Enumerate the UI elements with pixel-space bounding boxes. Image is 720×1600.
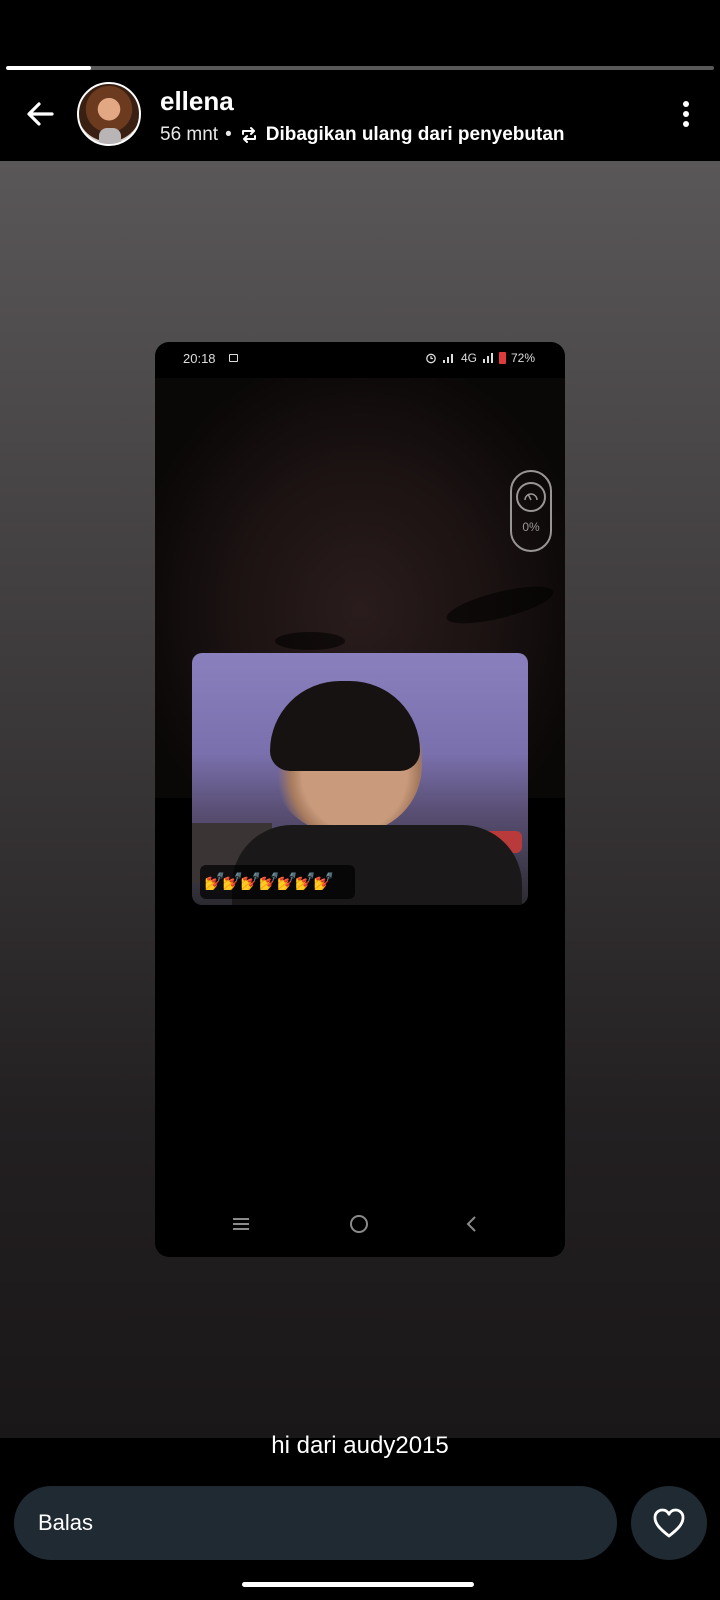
story-time: 56 mnt [160, 124, 219, 145]
record-icon [229, 354, 238, 362]
screenshot-status-icons: 4G 72% [425, 351, 535, 365]
signal-icon [482, 353, 493, 363]
repost-icon [241, 127, 256, 143]
widget-percent: 0% [522, 520, 540, 534]
battery-icon [498, 352, 506, 364]
home-icon [350, 1215, 368, 1233]
battery-percent: 72% [510, 351, 535, 365]
home-indicator[interactable] [242, 1582, 474, 1587]
more-options-button[interactable] [666, 94, 706, 134]
signal-icon [442, 354, 453, 363]
story-meta: 56 mnt • Dibagikan ulang dari penyebutan [160, 124, 565, 146]
meta-separator: • [225, 124, 232, 145]
story-progress-fill [6, 66, 91, 70]
video-call-preview: 💅💅💅💅💅💅💅 [192, 653, 528, 905]
arrow-left-icon [27, 102, 54, 126]
reaction-emojis: 💅💅💅💅💅💅💅 [200, 865, 355, 899]
more-vertical-icon [683, 101, 689, 127]
screenshot-time: 20:18 [183, 351, 216, 366]
story-progress-bar [6, 66, 714, 70]
floating-widget: 0% [510, 470, 552, 552]
story-username[interactable]: ellena [160, 86, 234, 117]
gauge-icon [516, 482, 546, 512]
person-hair [270, 681, 420, 771]
screenshot-nav-bar [155, 1202, 565, 1252]
reshare-label[interactable]: Dibagikan ulang dari penyebutan [266, 124, 565, 146]
recents-icon [233, 1218, 249, 1230]
chevron-left-icon [466, 1216, 476, 1232]
story-header: ellena 56 mnt • Dibagikan ulang dari pen… [0, 80, 720, 160]
back-button[interactable] [18, 92, 62, 136]
network-type: 4G [460, 351, 477, 365]
reply-input[interactable]: Balas [14, 1486, 617, 1560]
like-button[interactable] [631, 1486, 707, 1560]
shadow-decoration [275, 632, 345, 650]
heart-outline-icon [653, 1508, 685, 1538]
shared-screenshot: 20:18 4G 72% 0% 💅💅💅💅💅💅💅 [155, 342, 565, 1257]
story-caption: hi dari audy2015 [271, 1432, 449, 1459]
avatar[interactable] [77, 82, 141, 146]
screenshot-status-bar: 20:18 4G 72% [155, 342, 565, 378]
alarm-icon [426, 353, 436, 364]
